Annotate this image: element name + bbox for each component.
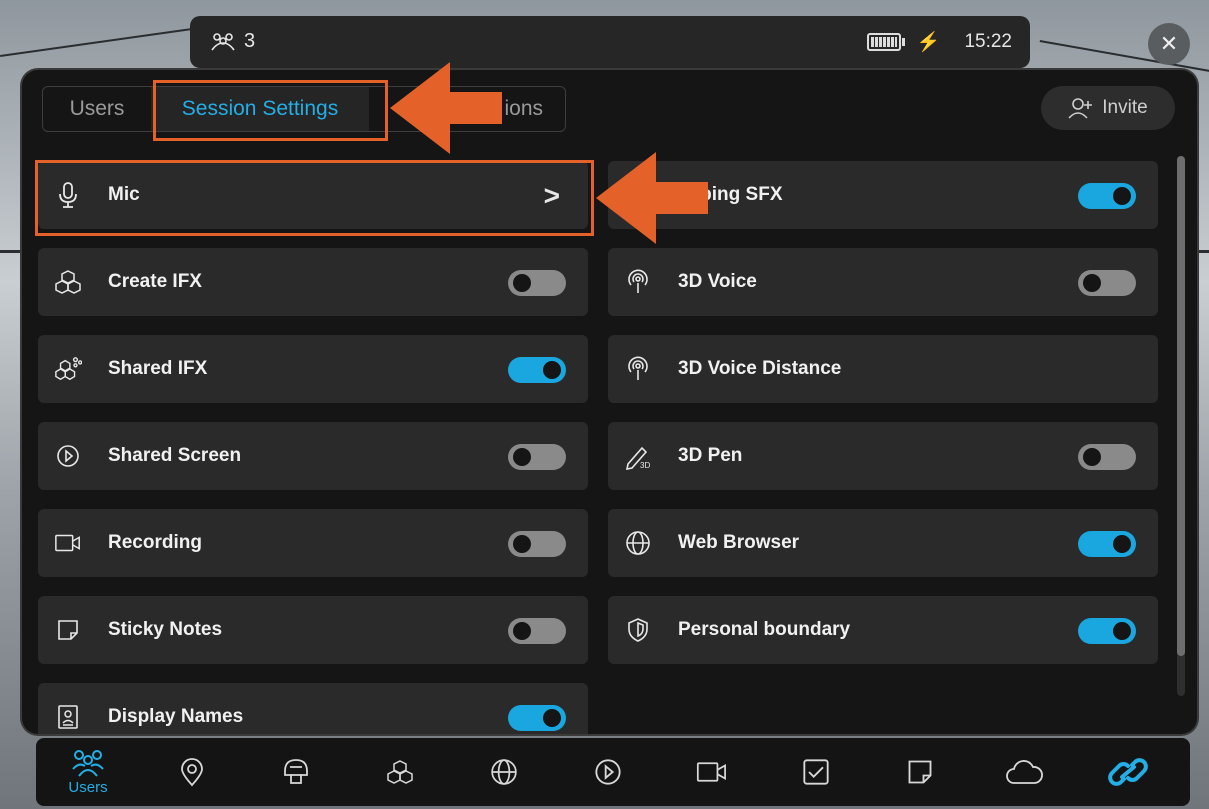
nav-ifx[interactable] <box>348 759 452 785</box>
personal-boundary-toggle[interactable] <box>1078 618 1136 644</box>
shared-cubes-icon <box>54 355 82 383</box>
avatar-icon <box>284 759 308 784</box>
svg-text:3D: 3D <box>640 461 650 470</box>
recording-toggle[interactable] <box>508 531 566 557</box>
nav-tasks[interactable] <box>764 758 868 786</box>
setting-label: Sticky Notes <box>108 619 223 640</box>
annotation-highlight-mic <box>35 160 594 236</box>
setting-row-shared-screen: Shared Screen <box>38 422 588 490</box>
setting-label: 3D Voice Distance <box>678 358 842 379</box>
setting-label: Display Names <box>108 706 244 727</box>
scrollbar-thumb[interactable] <box>1177 156 1185 656</box>
nav-sticky-notes[interactable] <box>868 758 972 786</box>
battery-icon <box>866 33 905 51</box>
display-names-toggle[interactable] <box>508 705 566 731</box>
sfx-toggle[interactable] <box>1078 183 1136 209</box>
charging-bolt-icon: ⚡ <box>916 32 941 53</box>
annotation-highlight-tab <box>153 80 388 141</box>
users-icon <box>72 749 104 777</box>
video-camera-icon <box>54 529 82 557</box>
setting-row-3d-voice-distance[interactable]: 3D Voice Distance <box>608 335 1158 403</box>
voice-icon <box>624 355 652 383</box>
setting-row-3d-pen: 3D 3D Pen <box>608 422 1158 490</box>
nav-link[interactable] <box>1076 757 1180 787</box>
setting-row-recording: Recording <box>38 509 588 577</box>
cubes-icon <box>54 268 82 296</box>
name-badge-icon <box>54 703 82 731</box>
checkbox-icon <box>803 759 829 785</box>
nav-recording[interactable] <box>660 760 764 784</box>
create-ifx-toggle[interactable] <box>508 270 566 296</box>
background-beam <box>0 27 199 57</box>
setting-label: 3D Pen <box>678 445 743 466</box>
invite-label: Invite <box>1102 97 1148 118</box>
nav-web[interactable] <box>452 758 556 786</box>
setting-row-web-browser: Web Browser <box>608 509 1158 577</box>
play-circle-icon <box>595 759 621 785</box>
setting-row-sticky-notes: Sticky Notes <box>38 596 588 664</box>
users-icon <box>211 32 235 50</box>
globe-icon <box>491 759 517 785</box>
status-indicators: ⚡ 15:22 <box>866 30 1012 54</box>
pen-3d-icon: 3D <box>624 442 652 470</box>
video-camera-icon <box>696 762 726 782</box>
sticky-note-icon <box>54 616 82 644</box>
scrollbar[interactable] <box>1177 156 1185 696</box>
annotation-arrow-mic <box>596 152 708 244</box>
close-icon: ✕ <box>1159 31 1179 56</box>
nav-share-screen[interactable] <box>556 758 660 786</box>
cloud-icon <box>1006 760 1043 784</box>
nav-avatar[interactable] <box>244 757 348 787</box>
add-user-icon <box>1068 98 1093 119</box>
web-browser-toggle[interactable] <box>1078 531 1136 557</box>
sticky-notes-toggle[interactable] <box>508 618 566 644</box>
bottom-toolbar: Users <box>36 738 1190 806</box>
setting-label: Personal boundary <box>678 619 851 640</box>
nav-users[interactable]: Users <box>36 749 140 796</box>
top-status-bar: 3 ⚡ 15:22 <box>190 16 1030 68</box>
setting-row-create-ifx: Create IFX <box>38 248 588 316</box>
setting-label: Create IFX <box>108 271 202 292</box>
sticky-note-icon <box>908 760 932 784</box>
setting-row-3d-voice: 3D Voice <box>608 248 1158 316</box>
shared-screen-toggle[interactable] <box>508 444 566 470</box>
setting-label: Shared Screen <box>108 445 242 466</box>
3d-pen-toggle[interactable] <box>1078 444 1136 470</box>
setting-row-personal-boundary: Personal boundary <box>608 596 1158 664</box>
participant-count: 3 <box>210 30 255 53</box>
setting-label: 3D Voice <box>678 271 757 292</box>
shared-ifx-toggle[interactable] <box>508 357 566 383</box>
invite-button[interactable]: Invite <box>1041 86 1175 130</box>
nav-users-label: Users <box>68 778 108 796</box>
nav-location[interactable] <box>140 757 244 787</box>
setting-label: Web Browser <box>678 532 800 553</box>
shield-icon <box>624 616 652 644</box>
clock-time: 15:22 <box>964 31 1012 52</box>
location-pin-icon <box>181 758 203 787</box>
participant-count-value: 3 <box>244 30 256 52</box>
setting-row-display-names: Display Names <box>38 683 588 734</box>
play-circle-icon <box>54 442 82 470</box>
setting-row-shared-ifx: Shared IFX <box>38 335 588 403</box>
voice-icon <box>624 268 652 296</box>
setting-label: Recording <box>108 532 202 553</box>
globe-icon <box>624 529 652 557</box>
nav-cloud[interactable] <box>972 759 1076 785</box>
close-button[interactable]: ✕ <box>1148 23 1190 65</box>
3d-voice-toggle[interactable] <box>1078 270 1136 296</box>
link-icon <box>1108 758 1148 786</box>
tab-users[interactable]: Users <box>43 87 151 131</box>
annotation-arrow-tab <box>390 62 502 154</box>
setting-label: Shared IFX <box>108 358 208 379</box>
cubes-icon <box>387 760 413 784</box>
